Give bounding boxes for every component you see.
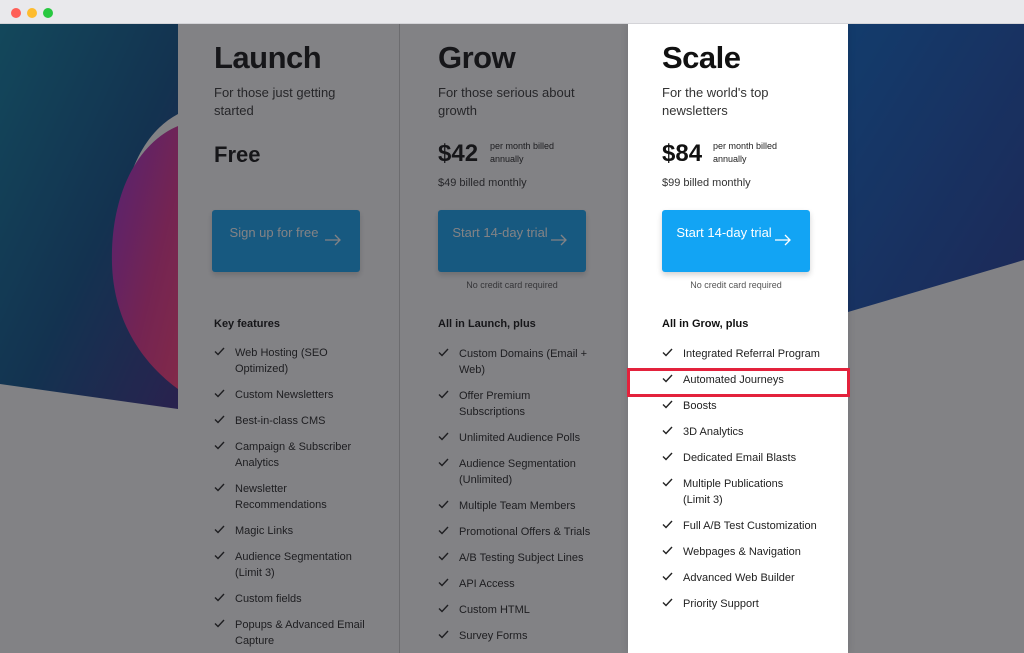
feature-label: Custom Domains (Email + Web): [459, 348, 588, 376]
checkmark-icon: [214, 389, 225, 398]
checkmark-icon: [438, 458, 449, 467]
checkmark-icon: [438, 526, 449, 535]
checkmark-icon: [438, 348, 449, 357]
features-heading: Key features: [214, 318, 281, 330]
feature-label: A/B Testing Subject Lines: [459, 552, 584, 564]
plan-title: Scale: [662, 40, 741, 75]
plan-title: Grow: [438, 40, 516, 75]
plan-card-grow: Grow For those serious about growth $42 …: [400, 24, 628, 653]
checkmark-icon: [662, 400, 673, 409]
start-trial-button-grow[interactable]: Start 14-day trial: [438, 210, 586, 272]
feature-label: Custom Newsletters: [235, 389, 334, 401]
no-credit-card-note: No credit card required: [690, 280, 782, 290]
cta-label: Start 14-day trial: [676, 225, 772, 240]
checkmark-icon: [438, 432, 449, 441]
arrow-right-icon: [775, 234, 791, 246]
feature-label: Dedicated Email Blasts: [683, 452, 797, 464]
plan-description: For those just getting started: [214, 85, 336, 118]
checkmark-icon: [662, 478, 673, 487]
checkmark-icon: [662, 426, 673, 435]
feature-label: Promotional Offers & Trials: [459, 526, 591, 538]
cta-label: Sign up for free: [229, 225, 319, 240]
feature-label: Web Hosting (SEO Optimized): [235, 347, 328, 375]
plan-title: Launch: [214, 40, 322, 75]
arrow-right-icon: [325, 234, 341, 246]
feature-label: Full A/B Test Customization: [683, 520, 817, 532]
feature-label: Campaign & Subscriber Analytics: [235, 441, 352, 469]
feature-label: Unlimited Audience Polls: [459, 432, 581, 444]
plan-price: $84: [662, 140, 703, 167]
feature-label: Priority Support: [683, 598, 759, 610]
features-heading: All in Launch, plus: [438, 318, 536, 330]
feature-label: Audience Segmentation (Unlimited): [459, 458, 576, 486]
price-note: per month billed annually: [490, 141, 555, 164]
feature-label: Audience Segmentation (Limit 3): [235, 551, 352, 579]
no-credit-card-note: No credit card required: [466, 280, 558, 290]
checkmark-icon: [214, 619, 225, 628]
feature-label: Newsletter Recommendations: [235, 483, 327, 511]
plan-description: For those serious about growth: [438, 85, 575, 118]
checkmark-icon: [214, 415, 225, 424]
checkmark-icon: [662, 452, 673, 461]
feature-label: API Access: [459, 578, 515, 590]
feature-label: Custom HTML: [459, 604, 530, 616]
sign-up-free-button[interactable]: Sign up for free: [212, 210, 360, 272]
feature-label: Survey Forms: [459, 630, 528, 642]
arrow-right-icon: [551, 234, 567, 246]
checkmark-icon: [214, 525, 225, 534]
checkmark-icon: [438, 552, 449, 561]
start-trial-button-scale[interactable]: Start 14-day trial: [662, 210, 810, 272]
plan-description: For the world's top newsletters: [662, 85, 769, 118]
plan-price: Free: [214, 142, 261, 167]
maximize-window-button[interactable]: [43, 8, 53, 18]
feature-label: Advanced Web Builder: [683, 572, 795, 584]
checkmark-icon: [438, 500, 449, 509]
feature-label: Boosts: [683, 400, 717, 412]
monthly-price: $99 billed monthly: [662, 177, 751, 189]
checkmark-icon: [662, 520, 673, 529]
checkmark-icon: [438, 578, 449, 587]
feature-label: Multiple Team Members: [459, 500, 576, 512]
plan-price: $42: [438, 140, 479, 167]
checkmark-icon: [214, 483, 225, 492]
page-viewport: Launch For those just getting started Fr…: [0, 24, 1024, 653]
feature-label: Magic Links: [235, 525, 294, 537]
feature-label: Multiple Publications (Limit 3): [683, 478, 784, 506]
plan-card-launch: Launch For those just getting started Fr…: [178, 24, 400, 653]
checkmark-icon: [214, 593, 225, 602]
features-heading: All in Grow, plus: [662, 318, 749, 330]
plan-card-scale: Scale For the world's top newsletters $8…: [628, 24, 848, 653]
minimize-window-button[interactable]: [27, 8, 37, 18]
checkmark-icon: [662, 598, 673, 607]
checkmark-icon: [438, 630, 449, 639]
feature-label: Automated Journeys: [683, 374, 784, 386]
feature-label: Offer Premium Subscriptions: [459, 390, 531, 418]
price-note: per month billed annually: [713, 141, 778, 164]
feature-label: Best-in-class CMS: [235, 415, 326, 427]
checkmark-icon: [214, 551, 225, 560]
cta-label: Start 14-day trial: [452, 225, 548, 240]
feature-label: 3D Analytics: [683, 426, 744, 438]
browser-titlebar: [0, 0, 1024, 24]
feature-label: Popups & Advanced Email Capture: [235, 619, 365, 647]
close-window-button[interactable]: [11, 8, 21, 18]
checkmark-icon: [662, 374, 673, 383]
checkmark-icon: [662, 572, 673, 581]
checkmark-icon: [662, 348, 673, 357]
monthly-price: $49 billed monthly: [438, 177, 527, 189]
checkmark-icon: [214, 441, 225, 450]
checkmark-icon: [214, 347, 225, 356]
checkmark-icon: [662, 546, 673, 555]
feature-label: Integrated Referral Program: [683, 348, 820, 360]
feature-label: Webpages & Navigation: [683, 546, 801, 558]
checkmark-icon: [438, 390, 449, 399]
feature-label: Custom fields: [235, 593, 302, 605]
checkmark-icon: [438, 604, 449, 613]
